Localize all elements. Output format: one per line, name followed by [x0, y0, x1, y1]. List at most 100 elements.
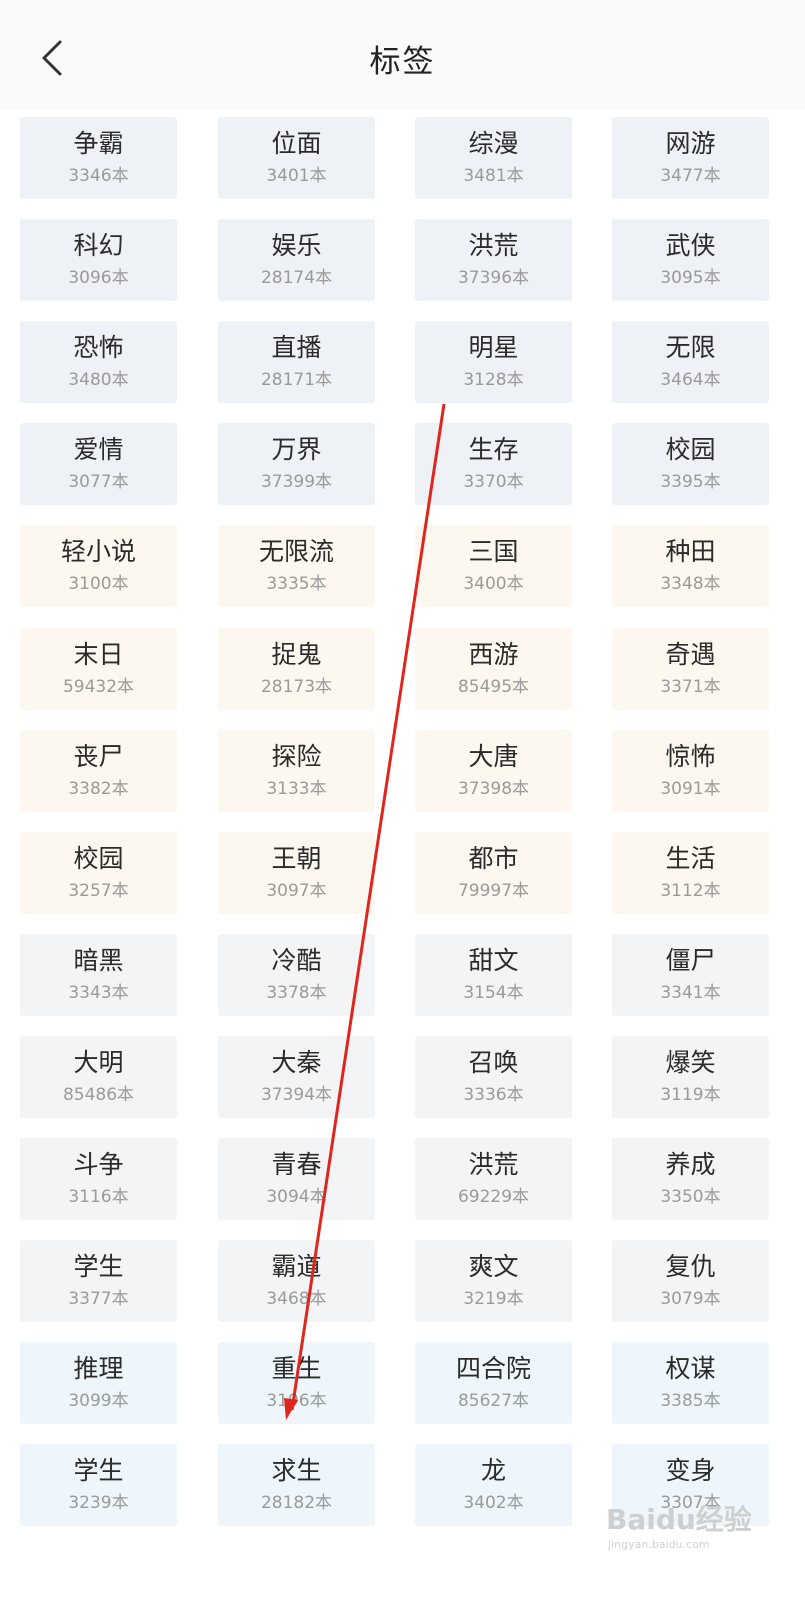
tag-name: 爱情 [73, 435, 124, 464]
tag-name: 万界 [271, 435, 322, 464]
tag-book-count: 3133本 [266, 779, 327, 799]
tag-tile[interactable]: 都市 79997本 [415, 832, 572, 914]
tag-tile[interactable]: 召唤 3336本 [415, 1036, 572, 1118]
tag-book-count: 3119本 [660, 1085, 721, 1105]
tag-tile[interactable]: 生存 3370本 [415, 423, 572, 505]
tag-tile[interactable]: 综漫 3481本 [415, 117, 572, 199]
tag-tile[interactable]: 霸道 3468本 [218, 1240, 375, 1322]
tag-tile[interactable]: 权谋 3385本 [612, 1342, 769, 1424]
tag-tile[interactable]: 直播 28171本 [218, 321, 375, 403]
tag-book-count: 3343本 [68, 983, 129, 1003]
tag-tile[interactable]: 丧尸 3382本 [20, 730, 177, 812]
tag-tile[interactable]: 惊怖 3091本 [612, 730, 769, 812]
tag-tile[interactable]: 大唐 37398本 [415, 730, 572, 812]
tag-tile[interactable]: 明星 3128本 [415, 321, 572, 403]
tag-tile[interactable]: 爽文 3219本 [415, 1240, 572, 1322]
tag-tile[interactable]: 万界 37399本 [218, 423, 375, 505]
tag-tile[interactable]: 捉鬼 28173本 [218, 628, 375, 710]
tag-name: 都市 [468, 844, 519, 873]
tag-tile[interactable]: 奇遇 3371本 [612, 628, 769, 710]
tag-name: 大唐 [468, 742, 519, 771]
tag-tile[interactable]: 探险 3133本 [218, 730, 375, 812]
tag-tile[interactable]: 末日 59432本 [20, 628, 177, 710]
tag-tile[interactable]: 大秦 37394本 [218, 1036, 375, 1118]
tag-name: 求生 [271, 1456, 322, 1485]
tag-book-count: 3477本 [660, 166, 721, 186]
tag-book-count: 3128本 [463, 370, 524, 390]
tag-tile[interactable]: 青春 3094本 [218, 1138, 375, 1220]
tag-name: 复仇 [665, 1252, 716, 1281]
tag-book-count: 3094本 [266, 1187, 327, 1207]
tag-tile[interactable]: 争霸 3346本 [20, 117, 177, 199]
tag-tile[interactable]: 龙 3402本 [415, 1444, 572, 1526]
tag-tile[interactable]: 无限流 3335本 [218, 525, 375, 607]
tag-tile[interactable]: 学生 3377本 [20, 1240, 177, 1322]
tag-name: 娱乐 [271, 231, 322, 260]
tag-book-count: 3079本 [660, 1289, 721, 1309]
tag-tile[interactable]: 校园 3257本 [20, 832, 177, 914]
tag-name: 丧尸 [73, 742, 124, 771]
tag-book-count: 3239本 [68, 1493, 129, 1513]
tag-tile[interactable]: 求生 28182本 [218, 1444, 375, 1526]
tag-book-count: 3112本 [660, 881, 721, 901]
tag-tile[interactable]: 推理 3099本 [20, 1342, 177, 1424]
tag-book-count: 3096本 [68, 268, 129, 288]
tag-tile[interactable]: 三国 3400本 [415, 525, 572, 607]
tag-name: 龙 [480, 1456, 506, 1485]
tag-tile[interactable]: 冷酷 3378本 [218, 934, 375, 1016]
tag-book-count: 3464本 [660, 370, 721, 390]
tag-tile[interactable]: 学生 3239本 [20, 1444, 177, 1526]
tag-tile[interactable]: 甜文 3154本 [415, 934, 572, 1016]
tag-tile[interactable]: 西游 85495本 [415, 628, 572, 710]
tag-tile[interactable]: 洪荒 37396本 [415, 219, 572, 301]
tag-name: 大秦 [271, 1048, 322, 1077]
tag-tile[interactable]: 爱情 3077本 [20, 423, 177, 505]
tag-tile[interactable]: 僵尸 3341本 [612, 934, 769, 1016]
tag-name: 暗黑 [73, 946, 124, 975]
tag-tile[interactable]: 武侠 3095本 [612, 219, 769, 301]
tag-book-count: 3116本 [68, 1187, 129, 1207]
tag-tile[interactable]: 复仇 3079本 [612, 1240, 769, 1322]
tag-name: 生活 [665, 844, 716, 873]
tag-name: 争霸 [73, 129, 124, 158]
baidu-watermark: Baidu经验 jingyan.baidu.com [606, 1498, 791, 1558]
tag-tile[interactable]: 大明 85486本 [20, 1036, 177, 1118]
tag-tile[interactable]: 校园 3395本 [612, 423, 769, 505]
tag-book-count: 3480本 [68, 370, 129, 390]
tag-name: 科幻 [73, 231, 124, 260]
tag-book-count: 3336本 [463, 1085, 524, 1105]
tag-name: 青春 [271, 1150, 322, 1179]
tag-tile[interactable]: 无限 3464本 [612, 321, 769, 403]
tag-name: 爆笑 [665, 1048, 716, 1077]
tag-tile[interactable]: 养成 3350本 [612, 1138, 769, 1220]
tag-name: 洪荒 [468, 231, 519, 260]
tag-name: 明星 [468, 333, 519, 362]
tag-book-count: 3401本 [266, 166, 327, 186]
tag-tile[interactable]: 洪荒 69229本 [415, 1138, 572, 1220]
tag-book-count: 37394本 [260, 1085, 333, 1105]
tag-name: 校园 [73, 844, 124, 873]
tag-tile[interactable]: 斗争 3116本 [20, 1138, 177, 1220]
tag-tile[interactable]: 爆笑 3119本 [612, 1036, 769, 1118]
tag-book-count: 37399本 [260, 472, 333, 492]
tag-tile[interactable]: 科幻 3096本 [20, 219, 177, 301]
tag-name: 洪荒 [468, 1150, 519, 1179]
tag-book-count: 59432本 [62, 677, 135, 697]
tag-tile[interactable]: 重生 3196本 [218, 1342, 375, 1424]
tag-tile[interactable]: 网游 3477本 [612, 117, 769, 199]
tag-tile[interactable]: 恐怖 3480本 [20, 321, 177, 403]
tag-tile[interactable]: 生活 3112本 [612, 832, 769, 914]
tag-book-count: 3341本 [660, 983, 721, 1003]
tag-book-count: 37396本 [457, 268, 530, 288]
tag-tile[interactable]: 四合院 85627本 [415, 1342, 572, 1424]
tag-name: 推理 [73, 1354, 124, 1383]
tag-tile[interactable]: 娱乐 28174本 [218, 219, 375, 301]
tag-tile[interactable]: 王朝 3097本 [218, 832, 375, 914]
tag-tile[interactable]: 暗黑 3343本 [20, 934, 177, 1016]
tag-book-count: 28182本 [260, 1493, 333, 1513]
tag-tile[interactable]: 种田 3348本 [612, 525, 769, 607]
tag-tile[interactable]: 位面 3401本 [218, 117, 375, 199]
tag-name: 恐怖 [73, 333, 124, 362]
tag-book-count: 3346本 [68, 166, 129, 186]
tag-tile[interactable]: 轻小说 3100本 [20, 525, 177, 607]
